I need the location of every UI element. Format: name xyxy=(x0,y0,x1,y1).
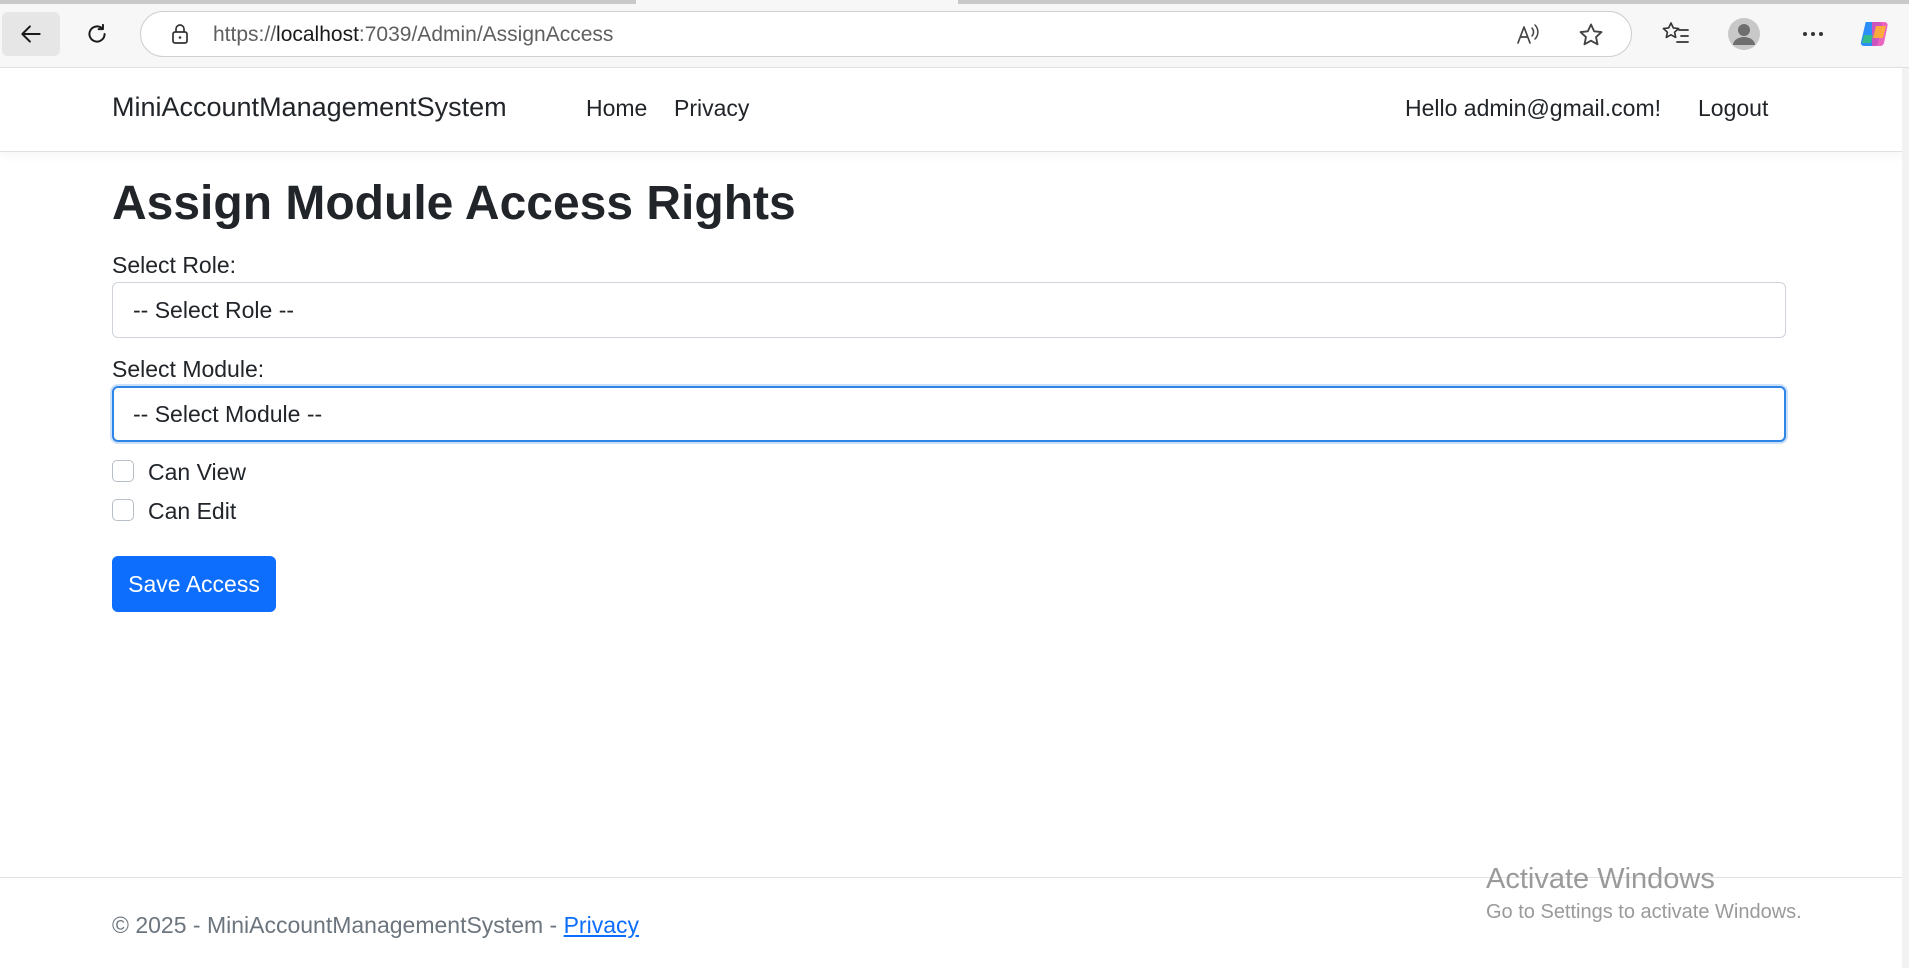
save-access-button[interactable]: Save Access xyxy=(112,556,276,612)
scrollbar-track[interactable] xyxy=(1902,68,1909,968)
more-options-icon[interactable] xyxy=(1797,18,1829,50)
tab-strip xyxy=(958,0,1909,4)
footer-privacy-link[interactable]: Privacy xyxy=(564,912,639,938)
page-title: Assign Module Access Rights xyxy=(112,177,796,230)
logout-link[interactable]: Logout xyxy=(1698,95,1768,122)
tab-strip xyxy=(0,0,636,4)
footer: © 2025 - MiniAccountManagementSystem - P… xyxy=(112,912,639,939)
can-view-label[interactable]: Can View xyxy=(148,459,246,486)
module-select[interactable]: -- Select Module -- xyxy=(112,386,1786,442)
profile-avatar-icon[interactable] xyxy=(1727,17,1761,51)
url-text[interactable]: https://localhost:7039/Admin/AssignAcces… xyxy=(213,23,613,47)
site-navbar: MiniAccountManagementSystem Home Privacy… xyxy=(0,68,1902,152)
user-greeting-link[interactable]: Hello admin@gmail.com! xyxy=(1405,95,1661,122)
favorites-icon[interactable] xyxy=(1660,18,1692,50)
browser-toolbar: https://localhost:7039/Admin/AssignAcces… xyxy=(0,0,1909,68)
can-edit-checkbox[interactable] xyxy=(112,499,134,521)
module-label: Select Module: xyxy=(112,356,265,382)
role-select-value: -- Select Role -- xyxy=(133,297,295,323)
module-select-value: -- Select Module -- xyxy=(133,401,323,427)
can-edit-label[interactable]: Can Edit xyxy=(148,498,236,525)
nav-privacy-link[interactable]: Privacy xyxy=(674,95,749,122)
back-button[interactable] xyxy=(2,12,60,56)
footer-copyright: © 2025 - MiniAccountManagementSystem - xyxy=(112,912,564,938)
brand-link[interactable]: MiniAccountManagementSystem xyxy=(112,92,507,123)
copilot-icon[interactable] xyxy=(1858,17,1892,51)
read-aloud-icon[interactable] xyxy=(1515,22,1541,48)
star-icon[interactable] xyxy=(1577,21,1605,49)
lock-icon[interactable] xyxy=(168,22,192,46)
reload-button[interactable] xyxy=(68,12,126,56)
can-view-checkbox[interactable] xyxy=(112,460,134,482)
activate-windows-title: Activate Windows xyxy=(1486,863,1715,895)
role-label: Select Role: xyxy=(112,252,237,278)
activate-windows-subtitle: Go to Settings to activate Windows. xyxy=(1486,901,1802,923)
arrow-left-icon xyxy=(21,25,41,43)
role-select[interactable]: -- Select Role -- xyxy=(112,282,1786,338)
reload-icon xyxy=(88,23,106,43)
address-bar[interactable]: https://localhost:7039/Admin/AssignAcces… xyxy=(140,11,1632,57)
nav-home-link[interactable]: Home xyxy=(586,95,647,122)
